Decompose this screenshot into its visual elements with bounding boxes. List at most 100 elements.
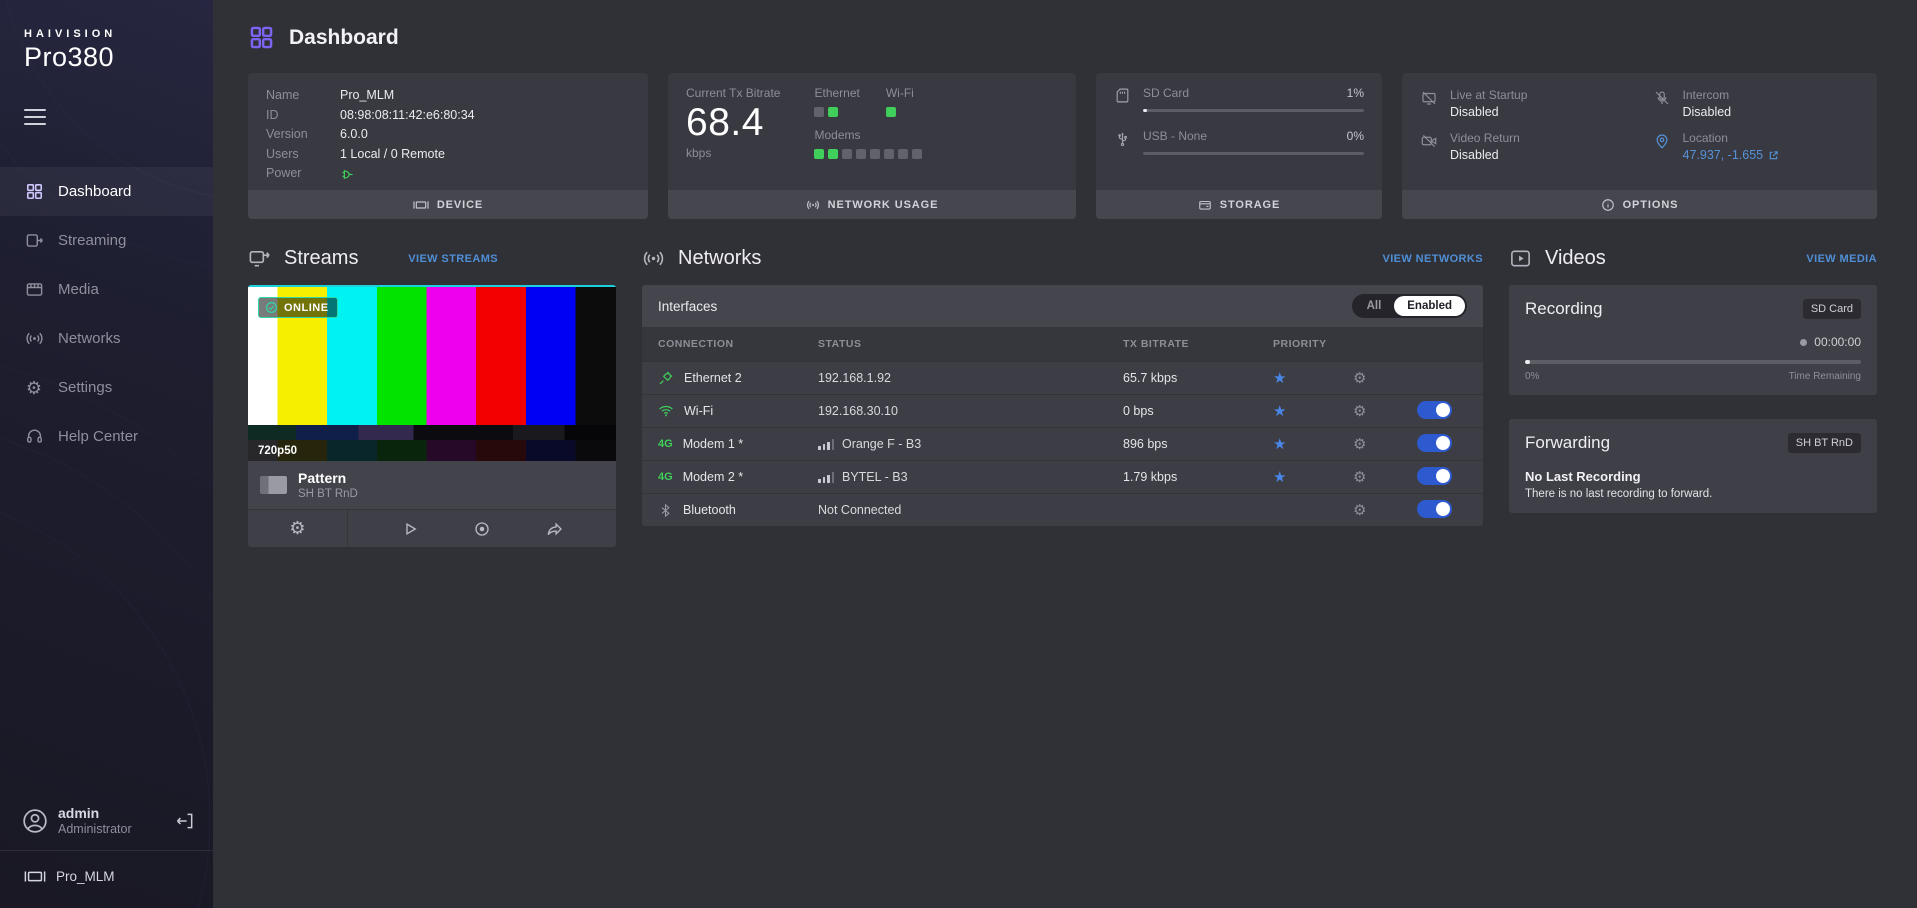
network-usage-footer-button[interactable]: NETWORK USAGE bbox=[668, 190, 1076, 219]
streams-title: Streams bbox=[284, 247, 358, 270]
interface-settings-icon[interactable]: ⚙ bbox=[1353, 404, 1366, 419]
device-version-value: 6.0.0 bbox=[340, 125, 368, 145]
video-return-option: Video Return Disabled bbox=[1420, 131, 1627, 162]
interface-settings-icon[interactable]: ⚙ bbox=[1353, 371, 1366, 386]
gear-icon: ⚙ bbox=[24, 378, 44, 398]
priority-star-icon[interactable]: ★ bbox=[1273, 470, 1286, 485]
brand-model: Pro380 bbox=[24, 42, 189, 73]
recording-percent: 0% bbox=[1525, 371, 1539, 382]
field-label: ID bbox=[266, 106, 340, 126]
device-id-value: 08:98:08:11:42:e6:80:34 bbox=[340, 106, 475, 126]
wifi-label: Wi-Fi bbox=[886, 86, 914, 100]
stream-play-button[interactable] bbox=[399, 518, 421, 540]
recording-time-value: 00:00:00 bbox=[1814, 335, 1861, 349]
interfaces-table-header: CONNECTION STATUS TX BITRATE PRIORITY bbox=[642, 327, 1483, 361]
device-icon bbox=[413, 199, 429, 211]
brand-name: HAIVISION bbox=[24, 28, 189, 40]
interface-enable-toggle[interactable] bbox=[1417, 401, 1452, 419]
forwarding-status: No Last Recording bbox=[1525, 469, 1861, 484]
interface-name: Wi-Fi bbox=[684, 404, 713, 418]
field-label: Version bbox=[266, 125, 340, 145]
interface-settings-icon[interactable]: ⚙ bbox=[1353, 437, 1366, 452]
sidebar-item-dashboard[interactable]: Dashboard bbox=[0, 167, 213, 216]
interfaces-title: Interfaces bbox=[658, 299, 717, 314]
stream-settings-button[interactable]: ⚙ bbox=[248, 510, 348, 547]
wifi-icon bbox=[658, 403, 674, 419]
options-body: Live at Startup Disabled Intercom Disabl… bbox=[1402, 73, 1877, 190]
interface-settings-icon[interactable]: ⚙ bbox=[1353, 503, 1366, 518]
brand: HAIVISION Pro380 bbox=[0, 0, 213, 73]
usb-progress-bar bbox=[1143, 152, 1364, 155]
interface-enable-toggle[interactable] bbox=[1417, 467, 1452, 485]
logout-icon[interactable] bbox=[175, 811, 195, 831]
check-circle-icon bbox=[265, 301, 278, 314]
sidebar-item-media[interactable]: Media bbox=[0, 265, 213, 314]
interface-settings-icon[interactable]: ⚙ bbox=[1353, 470, 1366, 485]
device-card-body: NamePro_MLM ID08:98:08:11:42:e6:80:34 Ve… bbox=[248, 73, 648, 190]
sidebar-nav: Dashboard Streaming Media Networks bbox=[0, 167, 213, 461]
record-dot-icon bbox=[1800, 339, 1807, 346]
stream-thumbnail[interactable]: ONLINE 720p50 bbox=[248, 285, 616, 461]
videos-title: Videos bbox=[1545, 247, 1606, 270]
priority-star-icon[interactable]: ★ bbox=[1273, 371, 1286, 386]
forwarding-card: Forwarding SH BT RnD No Last Recording T… bbox=[1509, 419, 1877, 513]
location-link[interactable]: 47.937, -1.655 bbox=[1683, 148, 1780, 162]
options-footer-button[interactable]: OPTIONS bbox=[1402, 190, 1877, 219]
interface-enable-toggle[interactable] bbox=[1417, 500, 1452, 518]
view-streams-link[interactable]: VIEW STREAMS bbox=[408, 253, 498, 265]
stream-forward-button[interactable] bbox=[544, 518, 566, 540]
priority-star-icon[interactable]: ★ bbox=[1273, 437, 1286, 452]
interface-row-bluetooth: Bluetooth Not Connected ⚙ bbox=[642, 493, 1483, 526]
encoder-device-icon bbox=[24, 869, 46, 884]
signal-bars-icon bbox=[818, 439, 834, 450]
priority-star-icon[interactable]: ★ bbox=[1273, 404, 1286, 419]
antenna-icon bbox=[24, 329, 44, 349]
options-card: Live at Startup Disabled Intercom Disabl… bbox=[1402, 73, 1877, 219]
interface-status: 192.168.30.10 bbox=[818, 404, 1123, 418]
video-return-disabled-icon bbox=[1420, 132, 1438, 162]
storage-footer-button[interactable]: STORAGE bbox=[1096, 190, 1382, 219]
stream-status-badge: ONLINE bbox=[258, 297, 338, 318]
view-networks-link[interactable]: VIEW NETWORKS bbox=[1382, 253, 1483, 265]
filter-enabled-button[interactable]: Enabled bbox=[1394, 296, 1465, 316]
wifi-indicator-group: Wi-Fi bbox=[886, 86, 914, 117]
sidebar-item-streaming[interactable]: Streaming bbox=[0, 216, 213, 265]
field-label: Name bbox=[266, 86, 340, 106]
networks-header: Networks VIEW NETWORKS bbox=[642, 247, 1483, 270]
user-meta: admin Administrator bbox=[58, 805, 132, 836]
user-account[interactable]: admin Administrator bbox=[0, 795, 213, 850]
live-at-startup-option: Live at Startup Disabled bbox=[1420, 88, 1627, 119]
live-at-startup-disabled-icon bbox=[1420, 89, 1438, 119]
device-card-footer-button[interactable]: DEVICE bbox=[248, 190, 648, 219]
menu-toggle-button[interactable] bbox=[24, 109, 48, 125]
nav-label: Media bbox=[58, 281, 99, 298]
bluetooth-icon bbox=[658, 503, 673, 518]
4g-badge: 4G bbox=[658, 438, 673, 450]
interface-name: Modem 2 * bbox=[683, 470, 743, 484]
antenna-icon bbox=[806, 198, 820, 212]
nav-label: Streaming bbox=[58, 232, 126, 249]
interface-bitrate: 1.79 kbps bbox=[1123, 470, 1273, 484]
sidebar-item-networks[interactable]: Networks bbox=[0, 314, 213, 363]
modems-label: Modems bbox=[814, 128, 922, 142]
option-value: Disabled bbox=[1450, 148, 1520, 162]
info-icon bbox=[1601, 198, 1615, 212]
filter-all-button[interactable]: All bbox=[1354, 296, 1395, 316]
stream-record-button[interactable] bbox=[471, 518, 493, 540]
storage-body: SD Card 1% USB - None bbox=[1096, 73, 1382, 190]
sidebar-item-help-center[interactable]: Help Center bbox=[0, 412, 213, 461]
device-card-footer-label: DEVICE bbox=[437, 199, 483, 211]
interface-status: Orange F - B3 bbox=[842, 437, 921, 451]
col-priority: PRIORITY bbox=[1273, 338, 1353, 350]
networks-section: Networks VIEW NETWORKS Interfaces All En… bbox=[642, 247, 1483, 526]
networks-icon bbox=[642, 247, 665, 270]
sidebar: HAIVISION Pro380 Dashboard Streaming bbox=[0, 0, 213, 908]
interface-bitrate: 896 bps bbox=[1123, 437, 1273, 451]
power-plug-icon bbox=[340, 167, 355, 184]
sidebar-item-settings[interactable]: ⚙ Settings bbox=[0, 363, 213, 412]
external-link-icon bbox=[1768, 150, 1779, 161]
view-media-link[interactable]: VIEW MEDIA bbox=[1806, 253, 1877, 265]
interface-enable-toggle[interactable] bbox=[1417, 434, 1452, 452]
sd-card-icon bbox=[1114, 87, 1131, 104]
sd-card-storage-row: SD Card 1% bbox=[1114, 86, 1364, 112]
